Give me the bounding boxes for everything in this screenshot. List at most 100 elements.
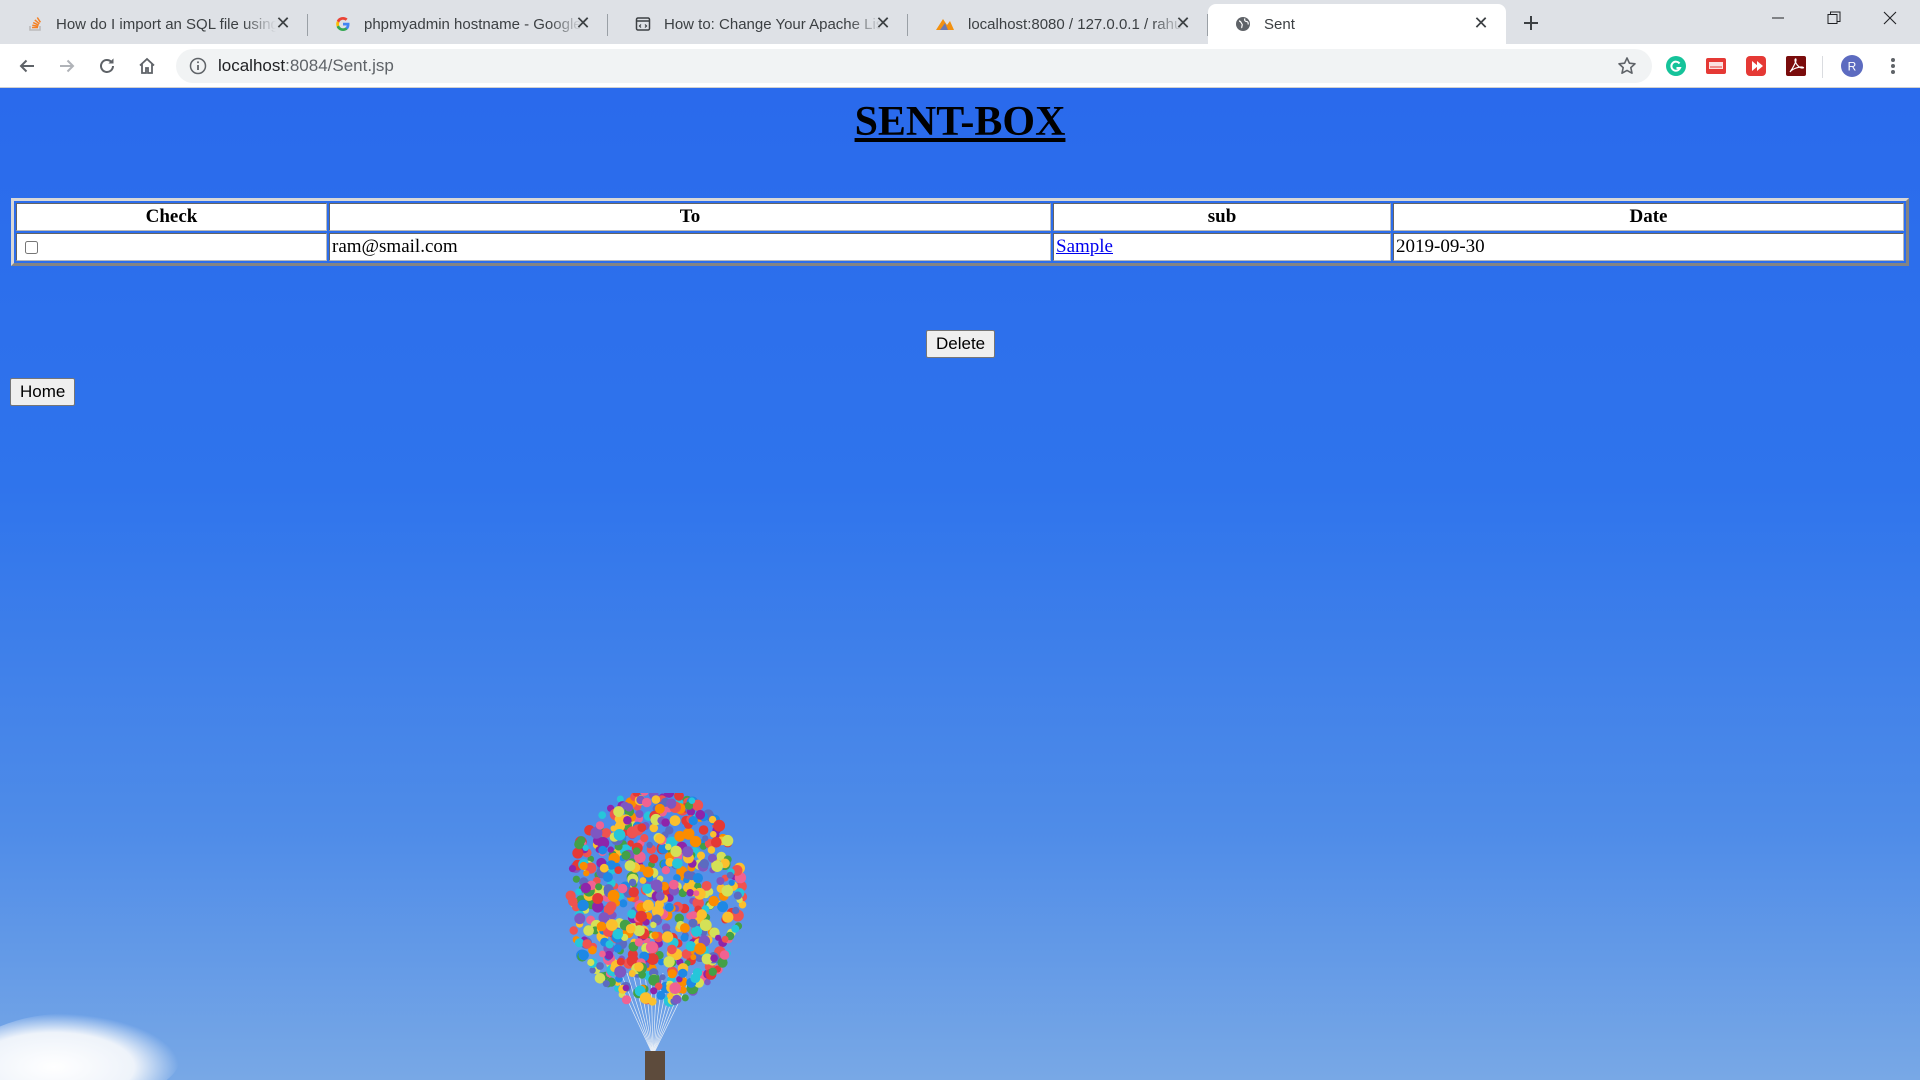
close-tab-icon[interactable]: ✕: [572, 12, 594, 34]
balloon: [674, 830, 686, 842]
restore-icon: [1827, 11, 1841, 24]
balloon: [680, 933, 689, 942]
balloon: [632, 847, 641, 855]
balloon: [599, 950, 606, 958]
tab-sql-import[interactable]: How do I import an SQL file using ✕: [0, 4, 308, 44]
new-tab-button[interactable]: [1516, 8, 1546, 38]
video-downloader-icon[interactable]: [1744, 54, 1768, 78]
balloon: [568, 896, 578, 907]
globe-icon: [1234, 15, 1252, 33]
tab-phpmyadmin-hostname[interactable]: phpmyadmin hostname - Google ✕: [308, 4, 608, 44]
close-tab-icon[interactable]: ✕: [1172, 12, 1194, 34]
balloon: [682, 846, 694, 858]
balloon: [661, 818, 670, 827]
balloon: [702, 835, 709, 842]
url-text[interactable]: localhost:8084/Sent.jsp: [218, 56, 394, 76]
balloon: [670, 845, 682, 857]
balloon: [598, 845, 608, 855]
balloon: [635, 910, 647, 923]
balloon-house-image: [565, 793, 748, 1080]
arrow-right-icon: [60, 59, 75, 73]
balloon: [655, 891, 665, 901]
pdf-converter-icon[interactable]: [1704, 54, 1728, 78]
row-select-checkbox[interactable]: [25, 241, 38, 255]
info-icon[interactable]: [188, 56, 208, 76]
back-button[interactable]: [11, 50, 43, 82]
balloon: [601, 828, 612, 839]
balloon: [628, 878, 637, 887]
balloon: [655, 833, 665, 844]
balloon: [648, 854, 659, 864]
balloon: [642, 866, 654, 878]
minimize-button[interactable]: [1750, 0, 1806, 36]
subject-link[interactable]: Sample: [1056, 236, 1113, 257]
balloon: [599, 863, 609, 873]
grammarly-icon[interactable]: [1664, 54, 1688, 78]
column-header-sub: sub: [1053, 203, 1391, 231]
phpmyadmin-icon: [934, 15, 956, 33]
tab-title: How to: Change Your Apache List: [664, 15, 882, 33]
balloon: [716, 877, 725, 885]
balloon: [634, 962, 644, 972]
balloon: [704, 978, 711, 986]
tab-strip: How do I import an SQL file using ✕ phpm…: [0, 0, 1920, 44]
bookmark-star-icon[interactable]: [1616, 55, 1638, 77]
balloon: [642, 899, 654, 911]
balloon: [664, 902, 674, 912]
balloon: [645, 941, 658, 954]
balloon: [681, 994, 689, 1002]
balloon: [617, 883, 628, 894]
balloon: [672, 858, 683, 869]
balloon: [640, 834, 649, 843]
balloon: [732, 906, 740, 914]
close-window-button[interactable]: [1862, 0, 1918, 36]
balloon: [666, 798, 677, 809]
tab-phpmyadmin-localhost[interactable]: localhost:8080 / 127.0.0.1 / rahul ✕: [908, 4, 1208, 44]
balloon: [639, 877, 647, 884]
restore-button[interactable]: [1806, 0, 1862, 36]
close-tab-icon[interactable]: ✕: [272, 12, 294, 34]
forward-button[interactable]: [51, 50, 83, 82]
balloon: [688, 918, 698, 928]
balloon: [728, 879, 735, 886]
house: [645, 1051, 665, 1080]
address-bar[interactable]: localhost:8084/Sent.jsp: [176, 49, 1652, 83]
sent-messages-table: Check To sub Date ram@smail.com Sample 2…: [11, 198, 1909, 266]
balloon: [690, 954, 697, 961]
balloon: [614, 866, 623, 874]
home-nav-button[interactable]: [131, 50, 163, 82]
balloon: [689, 911, 698, 920]
acrobat-icon[interactable]: [1784, 54, 1808, 78]
tab-title: localhost:8080 / 127.0.0.1 / rahul: [968, 15, 1184, 33]
balloon: [582, 939, 592, 949]
balloon: [627, 909, 637, 919]
home-button[interactable]: Home: [10, 378, 76, 406]
browser-toolbar: localhost:8084/Sent.jsp R: [0, 44, 1920, 88]
balloon: [659, 974, 666, 981]
balloon: [669, 982, 681, 994]
balloon: [661, 931, 674, 943]
balloon: [692, 873, 703, 884]
balloon: [574, 913, 586, 925]
close-tab-icon[interactable]: ✕: [1470, 12, 1492, 34]
balloon: [628, 970, 636, 977]
balloon: [596, 962, 604, 970]
tab-apache-listen[interactable]: How to: Change Your Apache List ✕: [608, 4, 908, 44]
delete-button[interactable]: Delete: [926, 330, 996, 358]
balloon: [568, 865, 577, 873]
plus-icon: [1524, 16, 1538, 30]
close-tab-icon[interactable]: ✕: [872, 12, 894, 34]
balloon: [596, 921, 607, 932]
balloon: [572, 875, 580, 883]
svg-text:R: R: [1848, 60, 1857, 74]
profile-avatar[interactable]: R: [1840, 54, 1864, 78]
reload-button[interactable]: [91, 50, 123, 82]
balloon: [690, 973, 701, 984]
balloon: [710, 954, 718, 962]
menu-dots-icon[interactable]: [1881, 54, 1905, 78]
tab-sent[interactable]: Sent ✕: [1208, 4, 1506, 44]
url-host: localhost: [218, 56, 286, 75]
balloon: [696, 909, 707, 920]
balloon: [583, 925, 594, 936]
balloon: [595, 883, 603, 891]
